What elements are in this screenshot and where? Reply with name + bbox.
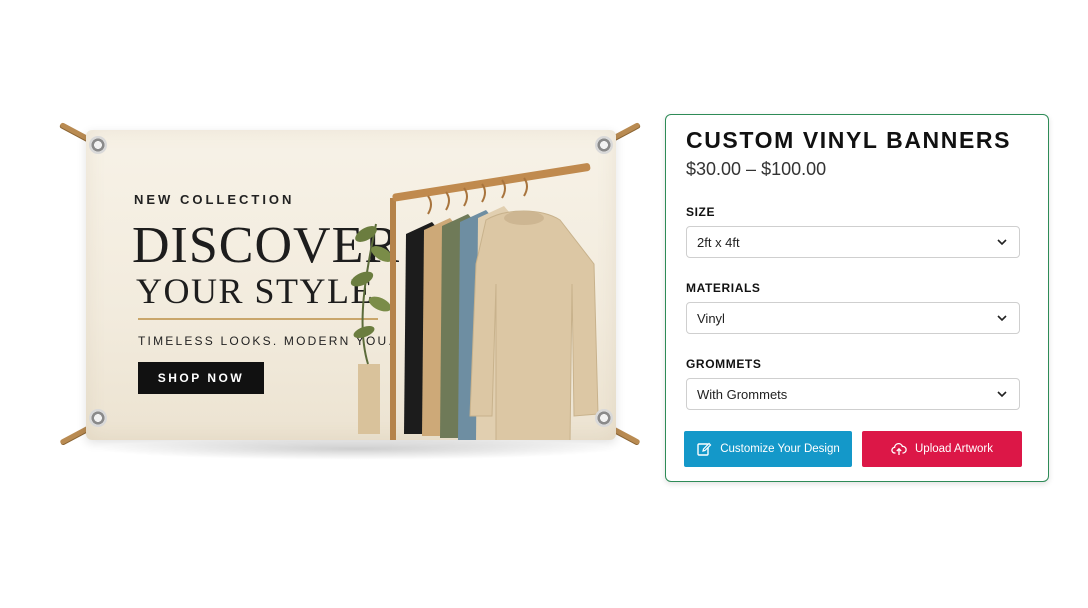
upload-artwork-label: Upload Artwork [915, 443, 993, 455]
clothing-rack-illustration [350, 163, 599, 440]
banner-mockup: NEW COLLECTION DISCOVER YOUR STYLE TIMEL… [58, 118, 642, 463]
grommet-bottom-right [595, 409, 613, 427]
shop-now-button: SHOP NOW [138, 362, 264, 394]
grommets-label: GROMMETS [686, 357, 762, 371]
banner-divider [138, 318, 378, 320]
grommets-select-value: With Grommets [697, 386, 788, 402]
customize-design-label: Customize Your Design [720, 443, 840, 455]
size-label: SIZE [686, 205, 716, 219]
upload-artwork-button[interactable]: Upload Artwork [862, 431, 1022, 467]
size-select[interactable]: 2ft x 4ft [686, 226, 1020, 258]
grommet-top-left [89, 136, 107, 154]
grommets-select[interactable]: With Grommets [686, 378, 1020, 410]
edit-icon [697, 442, 712, 456]
size-select-value: 2ft x 4ft [697, 234, 740, 250]
chevron-down-icon [997, 239, 1007, 246]
materials-select-value: Vinyl [697, 310, 725, 326]
price-range: $30.00 – $100.00 [686, 159, 827, 179]
cloud-upload-icon [891, 442, 907, 455]
banner: NEW COLLECTION DISCOVER YOUR STYLE TIMEL… [86, 130, 616, 440]
product-title: CUSTOM VINYL BANNERS [686, 127, 1012, 153]
chevron-down-icon [997, 391, 1007, 398]
grommet-bottom-left [89, 409, 107, 427]
customize-design-button[interactable]: Customize Your Design [684, 431, 852, 467]
product-options-panel: CUSTOM VINYL BANNERS $30.00 – $100.00 SI… [665, 114, 1049, 482]
banner-headline-line2: YOUR STYLE [136, 271, 374, 311]
grommet-top-right [595, 136, 613, 154]
chevron-down-icon [997, 315, 1007, 322]
materials-select[interactable]: Vinyl [686, 302, 1020, 334]
banner-shadow [96, 438, 616, 460]
materials-label: MATERIALS [686, 281, 761, 295]
banner-subtitle: NEW COLLECTION [134, 192, 295, 207]
plant-icon [350, 223, 393, 434]
